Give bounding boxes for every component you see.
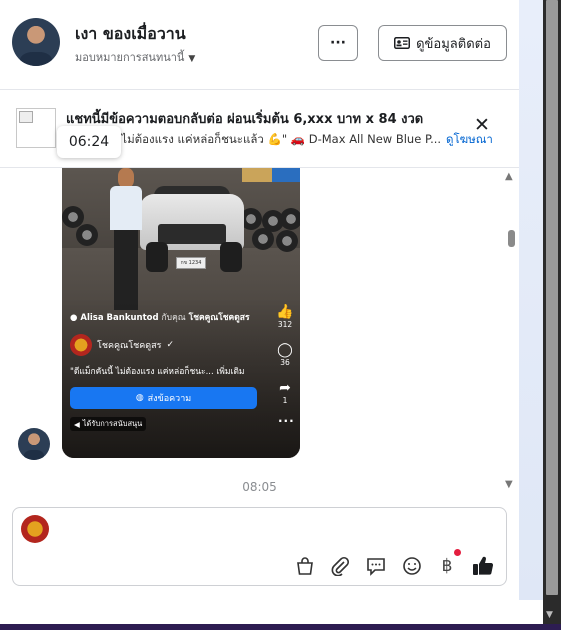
message-composer[interactable]: ฿ xyxy=(12,507,507,586)
message-list: ▲ ▼ กข 1234 ● Alisa Bankuntod กับคุณ โชค… xyxy=(0,168,519,498)
ad-title: แชทนี้มีข้อความตอบกลับต่อ ผ่อนเริ่มต้น 6… xyxy=(66,112,424,127)
comment-count: 36 xyxy=(280,358,290,367)
conversation-header: เงา ของเมื่อวาน มอบหมายการสนทนานี้ ▼ ··· … xyxy=(0,0,519,90)
taskbar xyxy=(0,624,561,630)
caret-down-icon: ▼ xyxy=(188,54,196,64)
thumbs-up-icon[interactable] xyxy=(472,555,494,577)
license-plate: กข 1234 xyxy=(176,257,206,269)
video-sign xyxy=(272,168,300,182)
author-name: Alisa Bankuntod xyxy=(80,313,159,323)
share-icon: ➦ xyxy=(279,380,291,396)
scroll-down-arrow-icon[interactable]: ▼ xyxy=(546,610,553,620)
like-action[interactable]: 👍 312 xyxy=(273,304,297,329)
notification-dot xyxy=(454,549,461,556)
brand-name: โชคคูณโชคดูสร xyxy=(97,341,162,351)
verified-check-icon: ✓ xyxy=(166,340,175,350)
window-scrollbar-thumb[interactable] xyxy=(546,0,558,595)
share-action[interactable]: ➦ 1 xyxy=(273,380,297,405)
car-wheel xyxy=(146,242,168,272)
more-dots-icon[interactable]: ··· xyxy=(278,414,295,428)
chat-scrollbar-thumb[interactable] xyxy=(508,230,515,247)
contact-name[interactable]: เงา ของเมื่อวาน xyxy=(75,22,186,47)
tire-graphic xyxy=(252,228,274,250)
author-avatar-icon: ● xyxy=(70,313,78,323)
tire-graphic xyxy=(276,230,298,252)
sponsored-badge: ◀ ได้รับการสนับสนุน xyxy=(70,417,147,431)
message-timestamp: 08:05 xyxy=(242,480,277,494)
attachment-icon[interactable] xyxy=(329,555,351,577)
time-tooltip: 06:24 xyxy=(57,126,121,158)
ad-description: "ไม่ต้องแรง แค่หล่อก็ชนะแล้ว 💪" 🚗 D-Max … xyxy=(116,132,442,146)
thumbs-up-icon: 👍 xyxy=(276,304,294,320)
video-caption: "ดีแม็กคันนี้ ไม่ต้องแรง แค่หล่อก็ชนะ...… xyxy=(70,367,245,377)
baht-icon[interactable]: ฿ xyxy=(436,555,458,577)
window-scrollbar[interactable]: ▼ xyxy=(543,0,561,630)
car-wheel xyxy=(220,242,242,272)
send-message-label: ส่งข้อความ xyxy=(147,394,192,404)
page-side-strip xyxy=(519,0,543,600)
sponsored-label: ได้รับการสนับสนุน xyxy=(82,419,143,428)
messenger-icon: ◍ xyxy=(135,393,144,403)
contact-card-icon xyxy=(394,37,411,49)
car-grille xyxy=(158,224,226,244)
chat-scroll-up-icon[interactable]: ▲ xyxy=(505,171,513,182)
assign-conversation-label: มอบหมายการสนทนานี้ xyxy=(75,51,185,64)
video-brand-row: โชคคูณโชคดูสร ✓ xyxy=(70,334,174,356)
author-page-name: โชคคูณโชคดูสร xyxy=(188,313,250,323)
bag-icon[interactable] xyxy=(294,555,316,577)
view-contact-button[interactable]: ดูข้อมูลติดต่อ xyxy=(378,25,507,61)
send-message-button[interactable]: ◍ ส่งข้อความ xyxy=(70,387,257,409)
avatar[interactable] xyxy=(12,18,60,66)
shared-video-message[interactable]: กข 1234 ● Alisa Bankuntod กับคุณ โชคคูณโ… xyxy=(62,168,300,458)
presenter-shirt xyxy=(110,186,142,230)
ad-thumbnail[interactable] xyxy=(16,108,56,148)
page-avatar xyxy=(21,515,49,543)
comment-icon: ◯ xyxy=(277,342,293,358)
tire-graphic xyxy=(280,208,300,230)
share-count: 1 xyxy=(282,396,288,405)
video-author: ● Alisa Bankuntod กับคุณ โชคคูณโชคดูสร xyxy=(70,310,250,324)
assign-conversation[interactable]: มอบหมายการสนทนานี้ ▼ xyxy=(75,48,195,66)
brand-logo-icon xyxy=(70,334,92,356)
presenter-head xyxy=(118,168,134,188)
license-plate-text: กข 1234 xyxy=(180,260,202,266)
close-icon[interactable]: ✕ xyxy=(474,116,490,135)
bottom-margin xyxy=(0,600,543,624)
quick-reply-icon[interactable] xyxy=(365,555,387,577)
view-contact-label: ดูข้อมูลติดต่อ xyxy=(416,36,491,52)
author-with-label: กับคุณ xyxy=(161,313,186,323)
comment-action[interactable]: ◯ 36 xyxy=(273,342,297,367)
conversation-panel: เงา ของเมื่อวาน มอบหมายการสนทนานี้ ▼ ··· … xyxy=(0,0,519,600)
emoji-icon[interactable] xyxy=(401,555,423,577)
tire-graphic xyxy=(76,224,98,246)
like-count: 312 xyxy=(277,320,293,329)
megaphone-icon: ◀ xyxy=(74,419,80,429)
more-options-button[interactable]: ··· xyxy=(318,25,358,61)
sender-avatar[interactable] xyxy=(18,428,50,460)
